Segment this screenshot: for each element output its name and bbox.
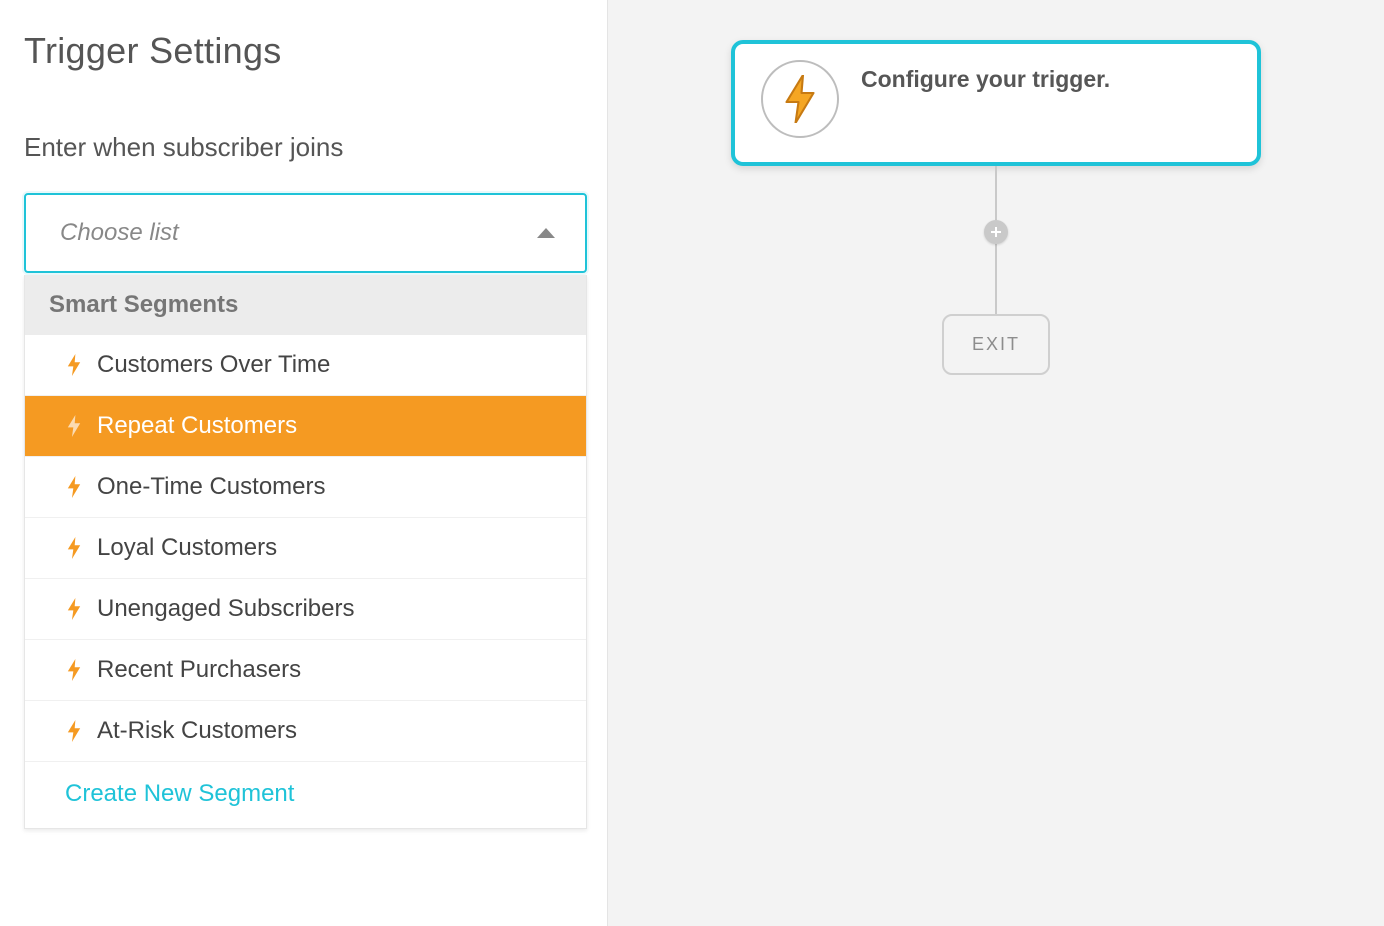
segment-option[interactable]: At-Risk Customers <box>25 701 586 761</box>
exit-node[interactable]: EXIT <box>942 314 1050 375</box>
lightning-bolt-icon <box>65 720 83 742</box>
add-step-button[interactable] <box>984 220 1008 244</box>
trigger-settings-panel: Trigger Settings Enter when subscriber j… <box>0 0 608 926</box>
trigger-node-text: Configure your trigger. <box>861 66 1110 93</box>
lightning-bolt-icon <box>65 415 83 437</box>
segment-option-label: At-Risk Customers <box>97 717 297 745</box>
lightning-bolt-icon <box>761 60 839 138</box>
page-title: Trigger Settings <box>24 30 587 72</box>
segment-option[interactable]: Recent Purchasers <box>25 640 586 701</box>
segment-option[interactable]: Repeat Customers <box>25 396 586 457</box>
segment-option[interactable]: Customers Over Time <box>25 335 586 396</box>
segment-dropdown: Smart Segments Customers Over Time Repeat… <box>24 275 587 829</box>
segment-option-label: Recent Purchasers <box>97 656 301 684</box>
lightning-bolt-icon <box>65 476 83 498</box>
segment-option-label: Unengaged Subscribers <box>97 595 355 623</box>
list-select-placeholder: Choose list <box>60 219 179 247</box>
create-new-segment-link[interactable]: Create New Segment <box>25 761 586 828</box>
list-select[interactable]: Choose list <box>24 193 587 273</box>
lightning-bolt-icon <box>65 659 83 681</box>
segment-option-label: One-Time Customers <box>97 473 326 501</box>
lightning-bolt-icon <box>65 354 83 376</box>
trigger-node[interactable]: Configure your trigger. <box>731 40 1261 166</box>
segment-option-label: Customers Over Time <box>97 351 330 379</box>
segment-option[interactable]: Unengaged Subscribers <box>25 579 586 640</box>
lightning-bolt-icon <box>65 537 83 559</box>
segment-option-label: Loyal Customers <box>97 534 277 562</box>
segment-option-label: Repeat Customers <box>97 412 297 440</box>
flow-canvas: Configure your trigger. EXIT <box>608 0 1384 926</box>
segment-option[interactable]: Loyal Customers <box>25 518 586 579</box>
segment-option[interactable]: One-Time Customers <box>25 457 586 518</box>
chevron-up-icon <box>537 228 555 238</box>
lightning-bolt-icon <box>65 598 83 620</box>
section-label: Enter when subscriber joins <box>24 132 587 163</box>
dropdown-header: Smart Segments <box>25 275 586 335</box>
connector-line <box>995 244 997 314</box>
connector-line <box>995 166 997 220</box>
